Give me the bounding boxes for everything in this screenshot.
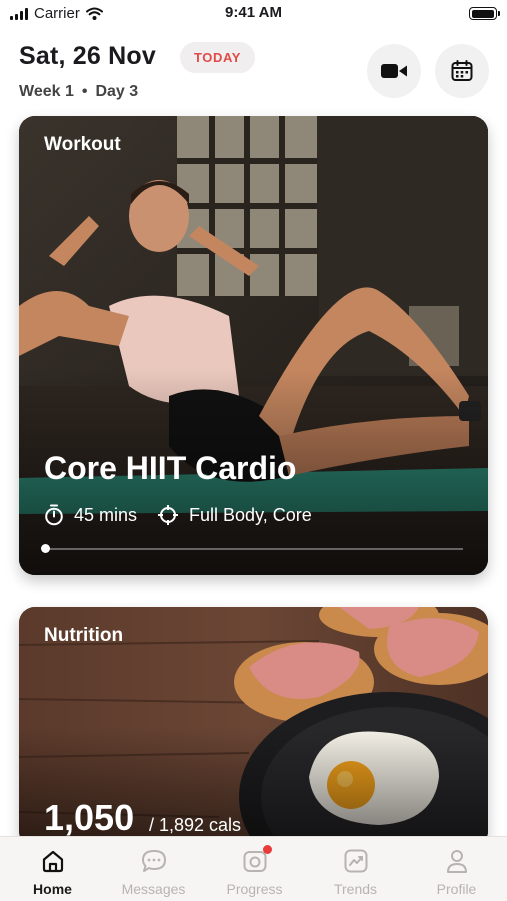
header: Sat, 26 Nov TODAY Week 1 • Day 3 <box>0 30 507 112</box>
week-label: Week 1 <box>19 83 74 100</box>
workout-progress-knob[interactable] <box>41 544 50 553</box>
tab-trends-label: Trends <box>333 881 378 897</box>
workout-title: Core HIIT Cardio <box>44 450 297 486</box>
trend-icon <box>343 847 369 875</box>
page-title: Sat, 26 Nov <box>19 42 156 70</box>
stopwatch-icon <box>45 504 63 526</box>
workout-progress-track <box>44 548 463 550</box>
person-icon <box>445 847 469 875</box>
tab-messages[interactable]: Messages <box>103 837 204 901</box>
workout-duration: 45 mins <box>74 504 138 525</box>
home-icon <box>40 847 66 875</box>
tab-messages-label: Messages <box>121 881 186 897</box>
video-button[interactable] <box>367 44 421 98</box>
tab-progress[interactable]: Progress <box>204 837 305 901</box>
notification-badge <box>262 845 272 854</box>
tab-bar: Home Messages Progress Trends Profile <box>0 836 507 901</box>
tab-profile-label: Profile <box>436 881 477 897</box>
tab-profile[interactable]: Profile <box>406 837 507 901</box>
battery-icon <box>469 7 500 20</box>
chat-icon <box>140 847 168 875</box>
nutrition-card-label: Nutrition <box>44 625 124 646</box>
status-bar: Carrier 9:41 AM <box>0 0 507 26</box>
target-icon <box>158 505 179 525</box>
workout-meta: 45 mins Full Body, Core <box>44 504 312 526</box>
calories-consumed: 1,050 <box>44 797 135 838</box>
tab-home-label: Home <box>33 881 72 897</box>
workout-card-label: Workout <box>44 134 121 155</box>
today-badge[interactable]: TODAY <box>180 42 256 73</box>
calendar-button[interactable] <box>435 44 489 98</box>
tab-progress-label: Progress <box>226 881 283 897</box>
status-time: 9:41 AM <box>225 4 282 21</box>
calories-goal: / 1,892 cals <box>149 815 242 835</box>
week-day-label: Week 1 • Day 3 <box>19 83 138 101</box>
workout-focus: Full Body, Core <box>189 504 312 525</box>
camera-icon <box>242 845 272 875</box>
workout-card[interactable]: Workout Core HIIT Cardio 45 mins Full Bo… <box>19 116 488 575</box>
calendar-icon <box>451 60 473 81</box>
day-label: Day 3 <box>95 83 139 100</box>
video-camera-icon <box>381 64 407 78</box>
separator-dot: • <box>81 83 88 100</box>
tab-home[interactable]: Home <box>2 837 103 901</box>
tab-trends[interactable]: Trends <box>305 837 406 901</box>
nutrition-card[interactable]: Nutrition 1,050 / 1,892 cals <box>19 607 488 847</box>
